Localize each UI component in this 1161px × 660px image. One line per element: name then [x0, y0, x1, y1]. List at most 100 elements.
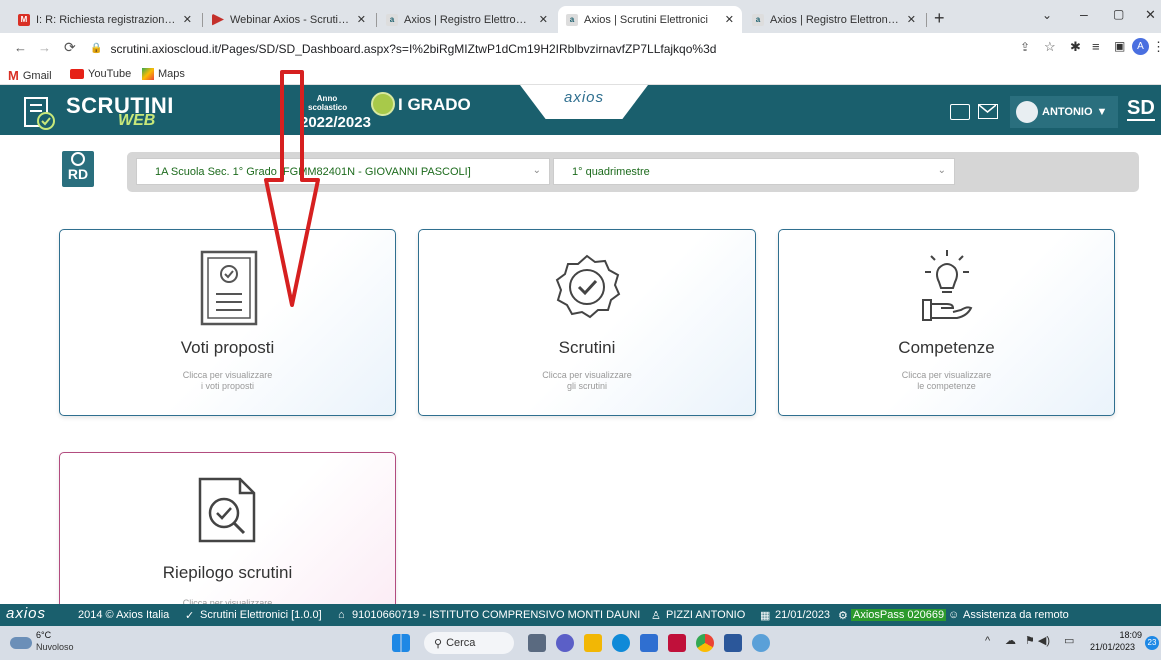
tab-label: Webinar Axios - Scrutini Scuola P — [230, 13, 351, 26]
bookmarks-bar: M Gmail YouTube Maps — [0, 63, 1161, 85]
document-check-icon — [200, 250, 258, 326]
card-title: Voti proposti — [180, 338, 275, 357]
browser-tab[interactable]: a Axios | Registro Elettronico Docen ✕ — [744, 6, 924, 33]
bookmark-gmail[interactable]: M Gmail — [8, 68, 52, 83]
gmail-icon: M — [8, 68, 19, 83]
footer-axios-logo: axios — [6, 605, 47, 622]
tab-search-icon[interactable]: ⌄ — [1042, 8, 1052, 22]
avatar — [1016, 101, 1038, 123]
clock-date[interactable]: 21/01/2023 — [1090, 642, 1135, 652]
document-search-icon — [198, 477, 256, 543]
user-initials[interactable]: SD — [1127, 97, 1155, 121]
bookmark-label: Maps — [158, 68, 185, 80]
rd-button[interactable]: RD — [62, 151, 94, 187]
card-subtitle: le competenze — [917, 381, 976, 391]
windows-taskbar: 6°C Nuvoloso ⚲ Cerca ^ ☁ ⚑ ◀) ▭ 18:09 21… — [0, 626, 1161, 660]
share-icon[interactable]: ⇪ — [1020, 40, 1030, 54]
webcam-icon[interactable] — [950, 104, 970, 120]
card-scrutini[interactable]: Scrutini Clicca per visualizzare gli scr… — [418, 229, 756, 416]
new-tab-button[interactable]: + — [934, 8, 945, 29]
close-icon[interactable]: ✕ — [725, 13, 734, 26]
axios-icon: a — [386, 13, 398, 26]
browser-tab[interactable]: a Axios | Registro Elettronico Docen ✕ — [378, 6, 556, 33]
footer-copyright: 2014 © Axios Italia — [78, 609, 170, 621]
card-voti-proposti[interactable]: Voti proposti Clicca per visualizzare i … — [59, 229, 396, 416]
reading-list-icon[interactable]: ≡ — [1092, 39, 1100, 54]
maps-icon — [142, 68, 154, 80]
card-subtitle: gli scrutini — [566, 381, 607, 391]
restore-icon[interactable]: ▢ — [1113, 7, 1124, 21]
card-competenze[interactable]: Competenze Clicca per visualizzare le co… — [778, 229, 1115, 416]
url-field[interactable]: 🔒 scrutini.axioscloud.it/Pages/SD/SD_Das… — [90, 38, 990, 59]
check-icon — [71, 152, 85, 166]
grado-icon — [371, 92, 395, 116]
close-icon[interactable]: ✕ — [907, 13, 916, 26]
onedrive-icon[interactable]: ☁ — [1005, 634, 1016, 647]
gmail-icon: M — [18, 13, 30, 26]
support-icon: ☺ — [948, 609, 960, 621]
footer-axiospass[interactable]: AxiosPass 020669 — [851, 609, 947, 621]
card-title: Scrutini — [558, 338, 616, 357]
school-select[interactable]: 1A Scuola Sec. 1° Grado [FGMM82401N - GI… — [136, 158, 550, 185]
back-icon[interactable]: ← — [14, 40, 27, 55]
close-icon[interactable]: ✕ — [183, 13, 192, 26]
chevron-down-icon: ▼ — [1096, 106, 1108, 118]
battery-icon[interactable]: ▭ — [1064, 634, 1074, 647]
card-subtitle: Clicca per visualizzare — [901, 370, 992, 380]
mcafee-icon[interactable] — [668, 634, 686, 652]
chevron-down-icon: ⌄ — [532, 165, 541, 176]
notification-badge[interactable]: 23 — [1145, 636, 1159, 650]
chrome-icon[interactable] — [696, 634, 714, 652]
windows-start-icon[interactable] — [392, 634, 410, 652]
network-sound-icon[interactable]: ⚑ ◀) — [1025, 634, 1050, 647]
axios-icon: a — [566, 13, 578, 26]
star-icon[interactable]: ☆ — [1044, 39, 1056, 55]
extensions-icon[interactable]: ✱ — [1070, 39, 1081, 55]
edge-icon[interactable] — [612, 634, 630, 652]
mail-icon[interactable] — [978, 104, 998, 119]
period-select-value: 1° quadrimestre — [572, 165, 650, 178]
user-icon: ♙ — [651, 610, 661, 622]
search-label: Cerca — [446, 637, 476, 649]
reload-icon[interactable]: ⟳ — [64, 39, 76, 56]
youtube-icon — [70, 69, 84, 79]
profile-avatar[interactable]: A — [1132, 38, 1149, 55]
card-title: Competenze — [898, 338, 995, 357]
close-window-icon[interactable]: ✕ — [1145, 7, 1156, 23]
sidepanel-icon[interactable]: ▣ — [1114, 39, 1125, 53]
gear-icon: ⚙ — [838, 610, 848, 622]
browser-tab-active[interactable]: a Axios | Scrutini Elettronici ✕ — [558, 6, 742, 33]
user-menu[interactable]: ANTONIO ▼ — [1010, 96, 1118, 128]
tab-label: Axios | Scrutini Elettronici — [584, 13, 708, 26]
close-icon[interactable]: ✕ — [539, 13, 548, 26]
home-icon: ⌂ — [338, 609, 345, 621]
minimize-icon[interactable]: – — [1080, 6, 1088, 22]
bookmark-maps[interactable]: Maps — [142, 68, 185, 80]
file-explorer-icon[interactable] — [584, 634, 602, 652]
browser-tab[interactable]: Webinar Axios - Scrutini Scuola P ✕ — [204, 6, 374, 33]
close-icon[interactable]: ✕ — [357, 13, 366, 26]
app-footer: axios 2014 © Axios Italia ✓ Scrutini Ele… — [0, 604, 1161, 626]
browser-tab-bar: M I: R: Richiesta registrazione webin ✕ … — [0, 0, 1161, 33]
teams-icon[interactable] — [556, 634, 574, 652]
clock-time[interactable]: 18:09 — [1102, 630, 1142, 640]
badge-check-icon — [555, 254, 621, 319]
weather-icon[interactable] — [10, 637, 32, 649]
check-badge-icon: ✓ — [185, 610, 195, 622]
chevron-up-icon[interactable]: ^ — [985, 635, 990, 647]
task-view-icon[interactable] — [528, 634, 546, 652]
card-riepilogo-scrutini[interactable]: Riepilogo scrutini Clicca per visualizza… — [59, 452, 396, 612]
forward-icon[interactable]: → — [38, 40, 51, 55]
menu-icon[interactable]: ⋮ — [1152, 39, 1161, 55]
store-icon[interactable] — [640, 634, 658, 652]
lightbulb-hand-icon — [922, 250, 973, 321]
browser-tab[interactable]: M I: R: Richiesta registrazione webin ✕ — [10, 6, 200, 33]
period-select[interactable]: 1° quadrimestre ⌄ — [553, 158, 955, 185]
bookmark-youtube[interactable]: YouTube — [70, 68, 131, 80]
word-icon[interactable] — [724, 634, 742, 652]
taskbar-search[interactable]: ⚲ Cerca — [424, 632, 514, 654]
youtube-icon — [212, 13, 224, 26]
footer-assistenza[interactable]: Assistenza da remoto — [963, 609, 1069, 621]
app-icon[interactable] — [752, 634, 770, 652]
bookmark-label: Gmail — [22, 69, 52, 82]
